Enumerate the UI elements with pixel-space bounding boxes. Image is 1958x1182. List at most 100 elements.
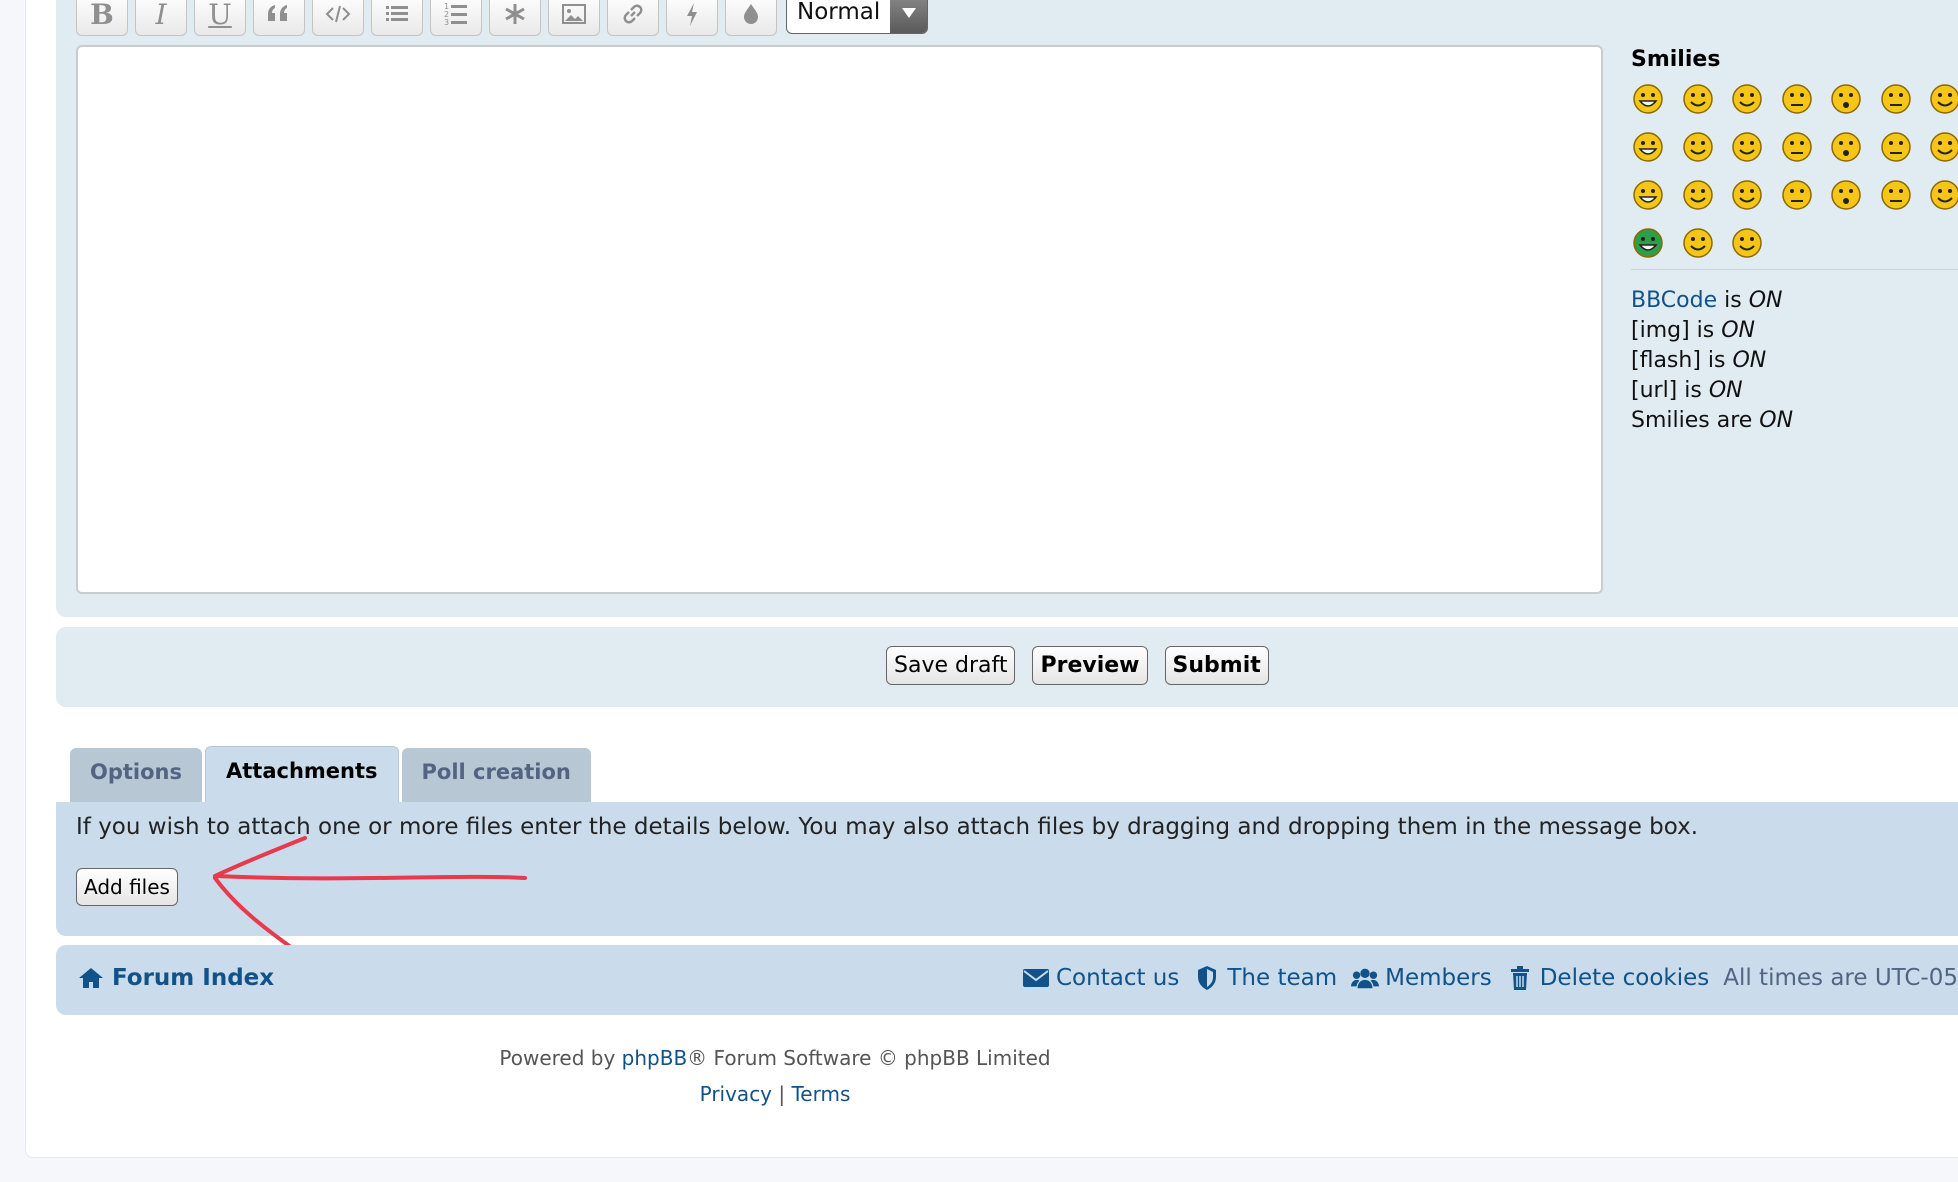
url-status-text: [url] is (1631, 378, 1709, 403)
smilies-title: Smilies (1631, 47, 1721, 72)
smiley-icon[interactable] (1631, 130, 1665, 164)
tab-attachments[interactable]: Attachments (205, 746, 399, 802)
tab-options[interactable]: Options (70, 748, 202, 802)
drop-icon (744, 4, 758, 24)
forum-index-link[interactable]: Forum Index (78, 965, 274, 991)
image-icon (562, 4, 586, 24)
flash-state: ON (1732, 348, 1767, 373)
italic-button[interactable]: I (135, 0, 187, 36)
message-textarea[interactable] (76, 45, 1603, 594)
footer-navbar: Forum Index Contact us The team Members … (56, 945, 1958, 1015)
smiley-icon[interactable] (1631, 226, 1665, 260)
smiley-icon[interactable] (1780, 178, 1814, 212)
code-icon (325, 5, 351, 23)
list-button[interactable] (371, 0, 423, 36)
phpbb-link[interactable]: phpBB (622, 1046, 688, 1070)
smiley-icon[interactable] (1681, 226, 1715, 260)
smiley-icon[interactable] (1780, 130, 1814, 164)
submit-button[interactable]: Submit (1164, 646, 1269, 685)
bbcode-status: BBCode is ON [img] is ON [flash] is ON [… (1631, 286, 1793, 436)
timezone-text: All times are UTC-05:00 (1723, 965, 1958, 991)
delete-cookies-link[interactable]: Delete cookies (1506, 965, 1710, 991)
bbcode-state: ON (1748, 288, 1783, 313)
smiley-icon[interactable] (1631, 82, 1665, 116)
smiley-icon[interactable] (1681, 178, 1715, 212)
preview-button[interactable]: Preview (1032, 646, 1148, 685)
home-icon (79, 968, 103, 988)
smilies-status-text: Smilies are (1631, 408, 1760, 433)
smiley-icon[interactable] (1879, 82, 1913, 116)
privacy-link[interactable]: Privacy (700, 1082, 772, 1106)
members-label: Members (1385, 965, 1492, 991)
powered-by-suffix: ® Forum Software © phpBB Limited (687, 1046, 1051, 1070)
smiley-icon[interactable] (1829, 178, 1863, 212)
flash-status-line: [flash] is ON (1631, 346, 1793, 376)
url-status-line: [url] is ON (1631, 376, 1793, 406)
delete-cookies-label: Delete cookies (1539, 965, 1710, 991)
the-team-label: The team (1227, 965, 1338, 991)
save-draft-button[interactable]: Save draft (886, 646, 1016, 685)
contact-us-label: Contact us (1056, 965, 1180, 991)
list-icon (386, 6, 408, 21)
smiley-icon[interactable] (1681, 130, 1715, 164)
font-size-select[interactable]: Normal (786, 0, 928, 34)
smilies-status-line: Smilies are ON (1631, 406, 1793, 436)
smilies-state: ON (1759, 408, 1794, 433)
footer-links: Contact us The team Members Delete cooki… (1022, 965, 1958, 991)
list-item-button[interactable] (489, 0, 541, 36)
smiley-icon[interactable] (1730, 178, 1764, 212)
code-button[interactable] (312, 0, 364, 36)
chevron-down-icon (890, 0, 927, 33)
url-state: ON (1708, 378, 1743, 403)
trash-icon (1510, 966, 1529, 990)
the-team-link[interactable]: The team (1193, 965, 1337, 991)
smiley-icon[interactable] (1730, 226, 1764, 260)
attachments-instructions: If you wish to attach one or more files … (76, 814, 1699, 840)
terms-link[interactable]: Terms (791, 1082, 850, 1106)
bold-button[interactable]: B (76, 0, 128, 36)
image-button[interactable] (548, 0, 600, 36)
shield-icon (1198, 966, 1217, 990)
smiley-icon[interactable] (1928, 130, 1958, 164)
forum-index-label: Forum Index (112, 965, 275, 991)
smiley-icon[interactable] (1829, 82, 1863, 116)
copyright: Powered by phpBB® Forum Software © phpBB… (0, 1040, 1550, 1112)
powered-by-line: Powered by phpBB® Forum Software © phpBB… (0, 1040, 1550, 1076)
users-icon (1351, 968, 1380, 989)
img-status-line: [img] is ON (1631, 316, 1793, 346)
smilies-box: Smilies (1631, 45, 1958, 260)
submit-bar: Save draft Preview Submit (56, 627, 1958, 707)
smiley-icon[interactable] (1829, 130, 1863, 164)
contact-us-link[interactable]: Contact us (1022, 965, 1179, 991)
asterisk-icon (505, 4, 525, 24)
smiley-icon[interactable] (1928, 178, 1958, 212)
add-files-button[interactable]: Add files (76, 868, 178, 906)
smiley-icon[interactable] (1631, 178, 1665, 212)
smiley-icon[interactable] (1928, 82, 1958, 116)
flash-status-text: [flash] is (1631, 348, 1733, 373)
quote-button[interactable] (253, 0, 305, 36)
smiley-icon[interactable] (1879, 130, 1913, 164)
tab-poll-creation[interactable]: Poll creation (401, 748, 591, 802)
tabs: Options Attachments Poll creation (70, 746, 591, 802)
smiley-icon[interactable] (1730, 130, 1764, 164)
envelope-icon (1023, 969, 1049, 987)
members-link[interactable]: Members (1351, 965, 1492, 991)
powered-by-prefix: Powered by (499, 1046, 622, 1070)
bolt-icon (687, 3, 697, 26)
color-button[interactable] (725, 0, 777, 36)
underline-button[interactable]: U (194, 0, 246, 36)
url-button[interactable] (607, 0, 659, 36)
link-icon (623, 4, 643, 24)
legal-links: Privacy | Terms (0, 1076, 1550, 1112)
smiley-icon[interactable] (1730, 82, 1764, 116)
attachments-panel: If you wish to attach one or more files … (56, 802, 1958, 936)
smiley-icon[interactable] (1780, 82, 1814, 116)
bbcode-link[interactable]: BBCode (1631, 288, 1717, 313)
svg-text:3: 3 (444, 18, 449, 27)
ordered-list-button[interactable]: 123 (430, 0, 482, 36)
smiley-icon[interactable] (1879, 178, 1913, 212)
smiley-icon[interactable] (1681, 82, 1715, 116)
smilies-divider (1631, 269, 1958, 270)
flash-button[interactable] (666, 0, 718, 36)
